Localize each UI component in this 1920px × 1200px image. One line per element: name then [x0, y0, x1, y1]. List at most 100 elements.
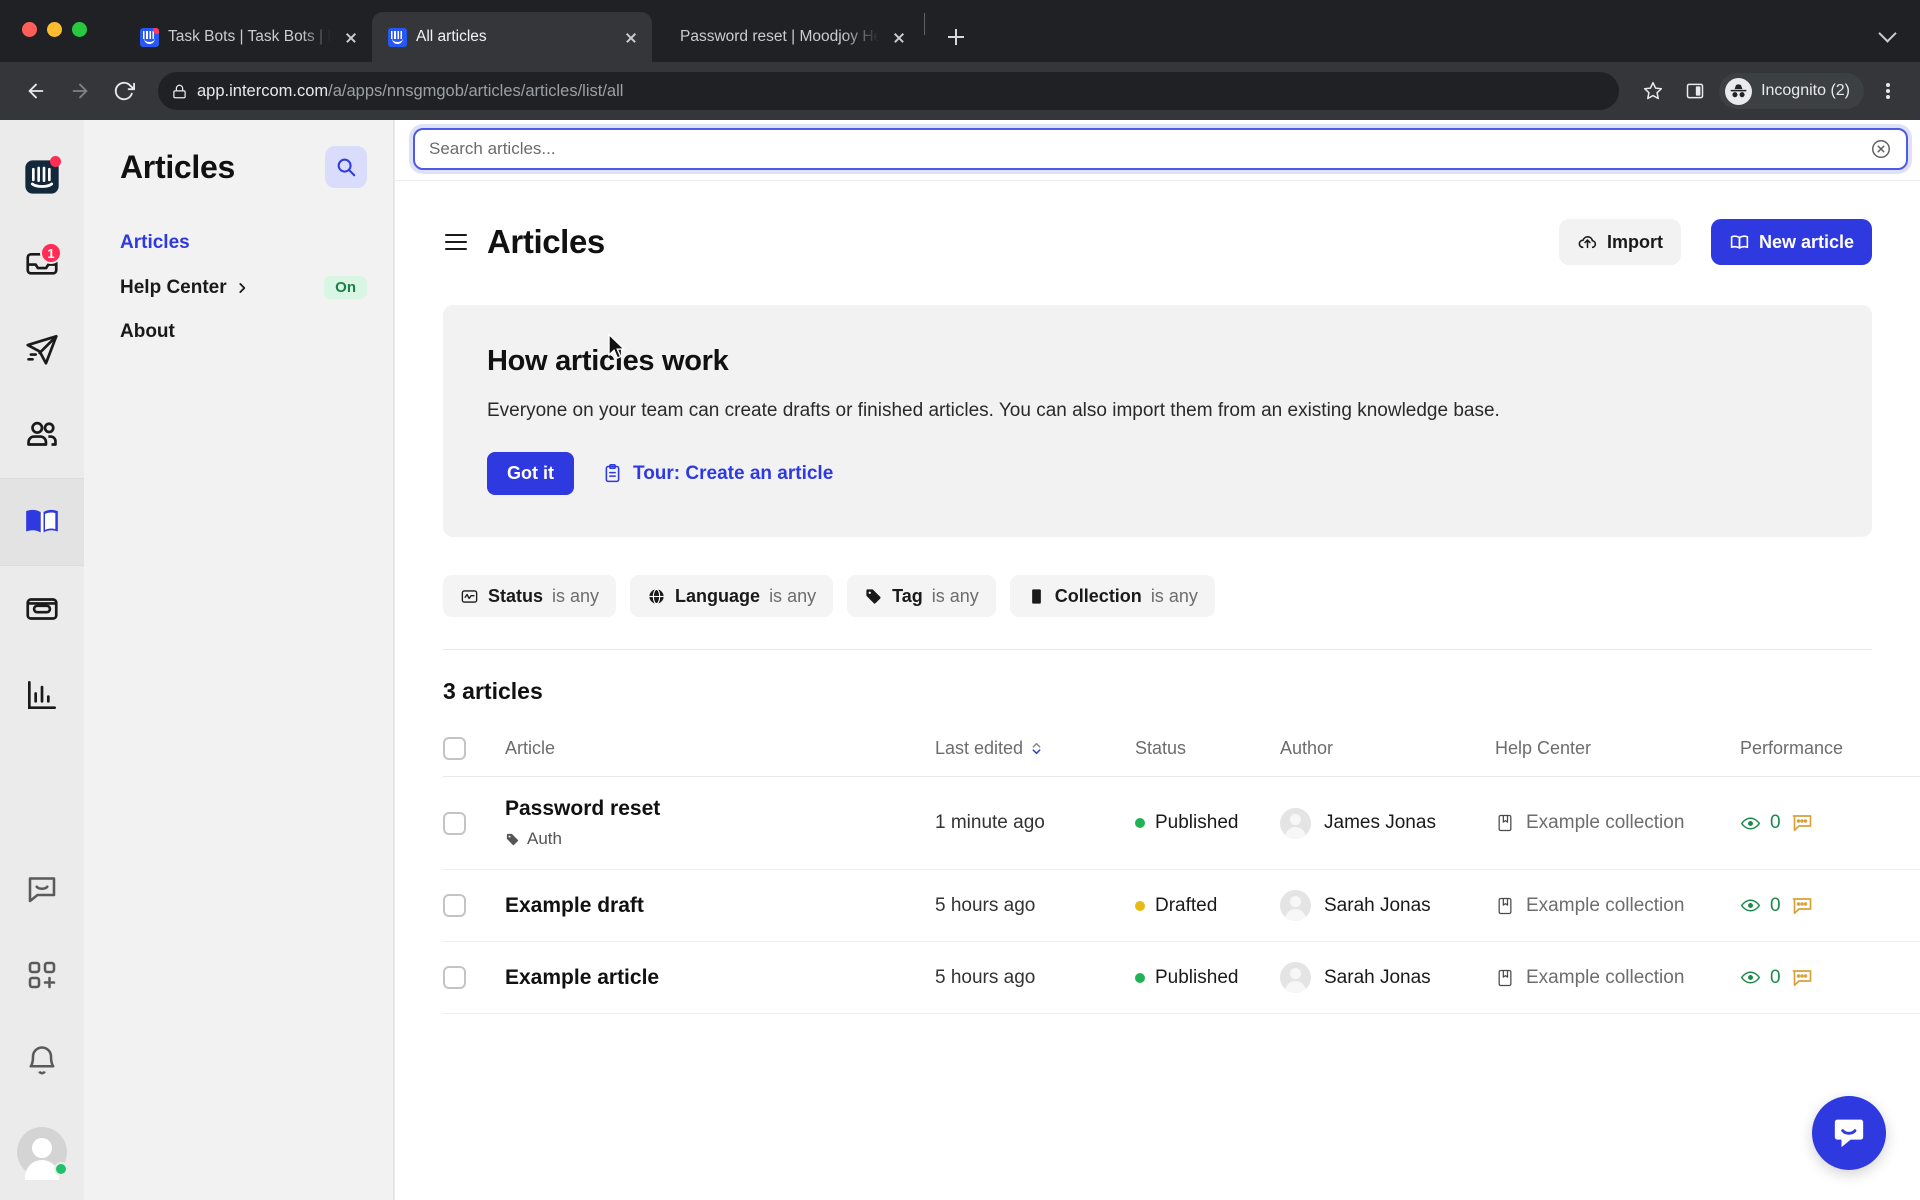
new-article-button[interactable]: New article — [1710, 219, 1872, 265]
filter-value: is any — [552, 585, 600, 606]
intercom-launcher-button[interactable] — [1812, 1096, 1886, 1170]
avatar — [1280, 807, 1311, 839]
collection-icon — [1498, 814, 1512, 832]
views-count: 0 — [1770, 894, 1781, 916]
browser-tab-1[interactable]: Task Bots | Task Bots | Moodjoy — [124, 12, 372, 62]
article-title[interactable]: Example draft — [505, 894, 935, 918]
rail-item-outbound[interactable] — [0, 306, 84, 392]
tag-icon — [506, 833, 519, 845]
sidebar-header: Articles — [120, 146, 367, 188]
column-header-performance: Performance — [1740, 727, 1920, 777]
table-row[interactable]: Example article 5 hours ago Published Sa… — [443, 941, 1920, 1014]
sidebar-item-about[interactable]: About — [120, 321, 367, 343]
clear-search-icon[interactable] — [1870, 138, 1892, 160]
eye-icon — [1740, 817, 1761, 829]
rail-item-contacts[interactable] — [0, 392, 84, 478]
status-dot — [1135, 818, 1145, 828]
sidebar-search-button[interactable] — [325, 146, 367, 188]
star-icon[interactable] — [1635, 73, 1671, 109]
author: Sarah Jonas — [1280, 890, 1495, 921]
main-panel: Articles Import New article How articles… — [394, 120, 1920, 1200]
page-header: Articles Import New article — [395, 181, 1920, 265]
author: Sarah Jonas — [1280, 962, 1495, 993]
article-title[interactable]: Example article — [505, 966, 935, 990]
profile-button[interactable]: Incognito (2) — [1719, 73, 1864, 109]
reload-button[interactable] — [104, 71, 144, 111]
kebab-menu-icon[interactable] — [1870, 73, 1904, 109]
views-count: 0 — [1770, 812, 1781, 833]
avatar — [1280, 962, 1311, 993]
row-checkbox[interactable] — [443, 966, 466, 989]
side-panel-icon[interactable] — [1677, 73, 1713, 109]
article-cell: Password reset Auth — [505, 776, 935, 870]
close-tab-icon[interactable] — [340, 26, 362, 48]
chevron-down-icon[interactable] — [1874, 18, 1902, 46]
search-bar[interactable] — [413, 128, 1908, 170]
clipboard-icon — [605, 463, 620, 483]
filter-chip-status[interactable]: Status is any — [443, 575, 617, 617]
rail-item-inbox[interactable]: 1 — [0, 220, 84, 306]
maximize-window-button[interactable] — [72, 22, 87, 37]
author-cell: Sarah Jonas — [1280, 869, 1495, 942]
table-row[interactable]: Password reset Auth 1 minute ago Publish… — [443, 776, 1920, 870]
globe-icon — [649, 588, 664, 604]
intercom-app: 1 Articles Articles Help Center On About… — [0, 120, 1920, 1200]
chevron-right-icon — [239, 282, 245, 293]
minimize-window-button[interactable] — [47, 22, 62, 37]
news-icon — [26, 598, 58, 620]
help-center-cell: Example collection — [1495, 869, 1740, 942]
profile-label: Incognito (2) — [1761, 82, 1850, 99]
rail-item-messenger[interactable] — [0, 846, 84, 932]
browser-tab-2[interactable]: All articles — [372, 12, 652, 62]
sidebar-item-articles[interactable]: Articles — [120, 232, 367, 254]
eye-icon — [1740, 971, 1761, 984]
rail-item-apps[interactable] — [0, 932, 84, 1018]
filter-chip-tag[interactable]: Tag is any — [847, 575, 996, 617]
forward-button[interactable] — [60, 71, 100, 111]
rail-item-profile[interactable] — [0, 1104, 84, 1200]
status-badge: Published — [1135, 967, 1280, 989]
sidebar-item-label-wrap: Help Center — [120, 277, 249, 299]
got-it-button[interactable]: Got it — [487, 452, 574, 495]
filter-chip-collection[interactable]: Collection is any — [1009, 575, 1215, 617]
close-tab-icon[interactable] — [620, 26, 642, 48]
intercom-icon — [140, 27, 159, 47]
new-tab-button[interactable] — [937, 18, 975, 56]
url-path: /a/apps/nnsgmgob/articles/articles/list/… — [328, 81, 624, 100]
sidebar-item-help-center[interactable]: Help Center On — [120, 276, 367, 299]
reactions-icon — [1792, 969, 1811, 986]
filter-value: is any — [1150, 585, 1198, 606]
column-header-article: Article — [505, 727, 935, 777]
primary-nav-rail: 1 — [0, 120, 84, 1200]
address-bar[interactable]: app.intercom.com/a/apps/nnsgmgob/article… — [158, 72, 1620, 110]
row-checkbox[interactable] — [443, 894, 466, 917]
article-cell: Example article — [505, 941, 935, 1014]
filter-chip-language[interactable]: Language is any — [630, 575, 834, 617]
rail-item-articles[interactable] — [0, 479, 84, 565]
article-title[interactable]: Password reset — [505, 797, 935, 821]
rail-item-reports[interactable] — [0, 652, 84, 738]
table-row[interactable]: Example draft 5 hours ago Drafted Sarah … — [443, 869, 1920, 942]
help-center-status-badge: On — [324, 276, 367, 299]
back-button[interactable] — [16, 71, 56, 111]
import-button[interactable]: Import — [1558, 219, 1681, 265]
column-header-last-edited[interactable]: Last edited — [935, 727, 1135, 777]
row-checkbox[interactable] — [443, 811, 466, 835]
browser-tab-3[interactable]: Password reset | Moodjoy Help — [652, 12, 920, 62]
rail-item-news[interactable] — [0, 566, 84, 652]
collection-book-icon — [1031, 588, 1041, 604]
tour-link[interactable]: Tour: Create an article — [602, 463, 833, 485]
article-cell: Example draft — [505, 869, 935, 942]
select-all-checkbox[interactable] — [443, 737, 466, 760]
close-window-button[interactable] — [22, 22, 37, 37]
rail-item-intercom-home[interactable] — [0, 134, 84, 220]
window-controls[interactable] — [22, 22, 87, 37]
inbox-badge: 1 — [40, 242, 62, 264]
article-tag-label: Auth — [527, 829, 562, 848]
hamburger-icon[interactable] — [443, 229, 469, 255]
search-input[interactable] — [429, 139, 1860, 159]
close-tab-icon[interactable] — [888, 26, 910, 48]
send-icon — [26, 334, 58, 365]
incognito-icon — [1725, 77, 1753, 105]
rail-item-notifications[interactable] — [0, 1018, 84, 1104]
